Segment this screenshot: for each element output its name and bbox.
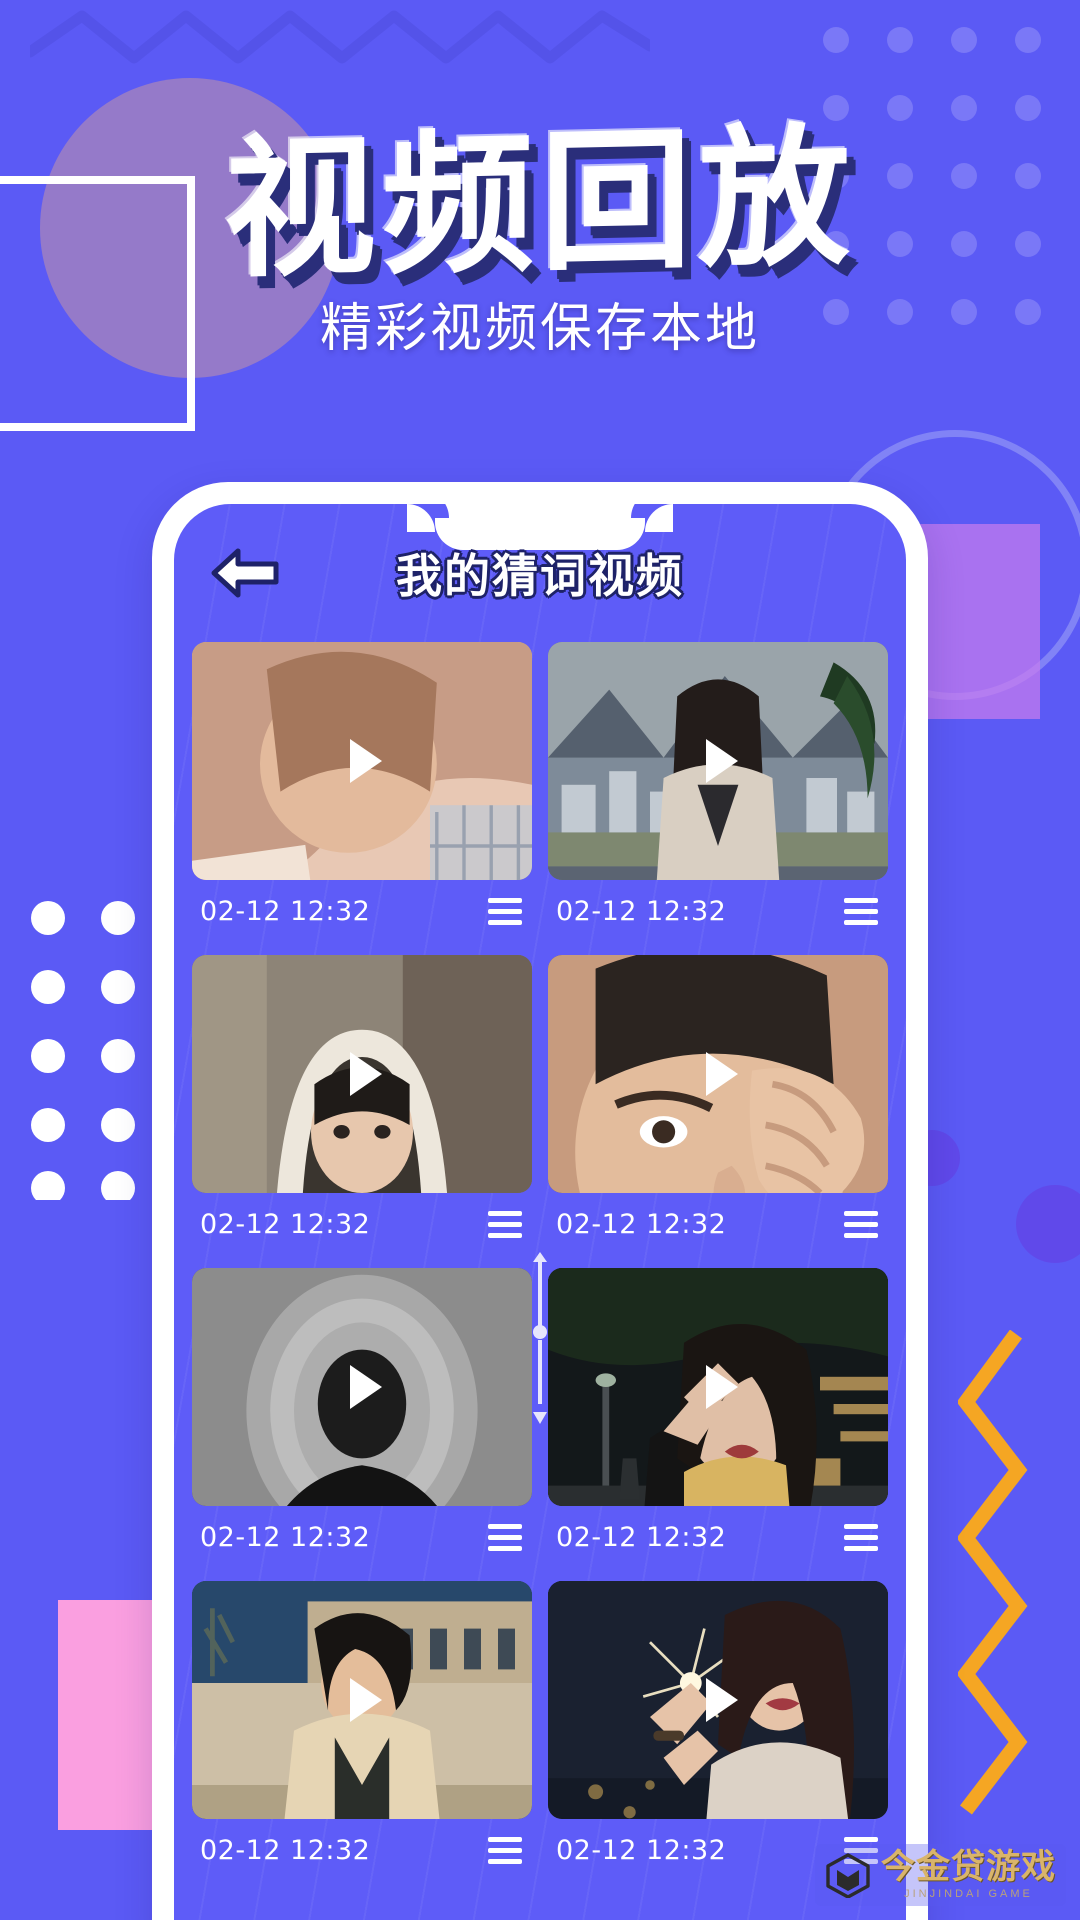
play-icon[interactable] — [330, 729, 394, 793]
hamburger-menu-icon[interactable] — [484, 1520, 526, 1555]
violet-dot-b-decoration — [1016, 1185, 1080, 1263]
hamburger-menu-icon[interactable] — [484, 1207, 526, 1242]
play-icon[interactable] — [686, 1042, 750, 1106]
video-card[interactable]: 02-12 12:32 — [548, 1268, 888, 1563]
phone-screen: 我的猜词视频 02-12 12:32 02-12 12:32 02-12 12:… — [174, 504, 906, 1920]
video-meta: 02-12 12:32 — [192, 1193, 532, 1250]
video-thumbnail[interactable] — [192, 642, 532, 880]
video-timestamp: 02-12 12:32 — [556, 1835, 727, 1866]
play-icon[interactable] — [330, 1355, 394, 1419]
top-zigzag-decoration — [30, 10, 650, 64]
hamburger-menu-icon[interactable] — [484, 1833, 526, 1868]
poster-root: 视频回放 精彩视频保存本地 我的猜词视频 02-12 12:32 02-12 1… — [0, 0, 1080, 1920]
app-bar-title: 我的猜词视频 — [396, 549, 684, 603]
video-timestamp: 02-12 12:32 — [556, 896, 727, 927]
poster-headline: 视频回放 — [224, 108, 856, 299]
play-icon[interactable] — [686, 729, 750, 793]
play-icon[interactable] — [330, 1668, 394, 1732]
watermark-subtitle: JINJINDAI GAME — [904, 1888, 1033, 1900]
cube-logo-icon — [826, 1853, 870, 1898]
video-card[interactable]: 02-12 12:32 — [192, 1581, 532, 1876]
hamburger-menu-icon[interactable] — [840, 1207, 882, 1242]
video-meta: 02-12 12:32 — [192, 880, 532, 937]
video-thumbnail[interactable] — [192, 1268, 532, 1506]
video-meta: 02-12 12:32 — [548, 1193, 888, 1250]
orange-zigzag-decoration — [958, 1330, 1028, 1815]
video-timestamp: 02-12 12:32 — [556, 1209, 727, 1240]
video-card[interactable]: 02-12 12:32 — [548, 642, 888, 937]
play-icon[interactable] — [330, 1042, 394, 1106]
video-timestamp: 02-12 12:32 — [200, 1522, 371, 1553]
play-icon[interactable] — [686, 1668, 750, 1732]
video-meta: 02-12 12:32 — [192, 1506, 532, 1563]
video-card[interactable]: 02-12 12:32 — [192, 1268, 532, 1563]
watermark: 今金贷游戏 JINJINDAI GAME — [815, 1844, 1066, 1906]
hamburger-menu-icon[interactable] — [840, 894, 882, 929]
video-card[interactable]: 02-12 12:32 — [548, 955, 888, 1250]
arrow-left-icon — [211, 548, 279, 598]
watermark-title: 今金贷游戏 — [881, 1847, 1056, 1887]
video-meta: 02-12 12:32 — [548, 880, 888, 937]
play-icon[interactable] — [686, 1355, 750, 1419]
poster-headline-wrap: 视频回放 — [0, 108, 1080, 298]
video-timestamp: 02-12 12:32 — [200, 1835, 371, 1866]
hamburger-menu-icon[interactable] — [484, 894, 526, 929]
phone-mockup: 我的猜词视频 02-12 12:32 02-12 12:32 02-12 12:… — [152, 482, 928, 1920]
video-thumbnail[interactable] — [548, 1268, 888, 1506]
video-timestamp: 02-12 12:32 — [200, 1209, 371, 1240]
video-thumbnail[interactable] — [548, 642, 888, 880]
app-bar: 我的猜词视频 — [174, 504, 906, 642]
scrollbar-thumb[interactable] — [532, 1252, 548, 1424]
video-thumbnail[interactable] — [192, 1581, 532, 1819]
video-card[interactable]: 02-12 12:32 — [192, 642, 532, 937]
dot-grid-left-decoration — [31, 901, 135, 1200]
video-timestamp: 02-12 12:32 — [556, 1522, 727, 1553]
video-card[interactable]: 02-12 12:32 — [192, 955, 532, 1250]
hamburger-menu-icon[interactable] — [840, 1520, 882, 1555]
video-thumbnail[interactable] — [548, 955, 888, 1193]
video-meta: 02-12 12:32 — [548, 1506, 888, 1563]
back-button[interactable] — [208, 543, 282, 603]
poster-subheadline: 精彩视频保存本地 — [319, 299, 760, 359]
video-card[interactable]: 02-12 12:32 — [548, 1581, 888, 1876]
video-timestamp: 02-12 12:32 — [200, 896, 371, 927]
video-meta: 02-12 12:32 — [192, 1819, 532, 1876]
video-thumbnail[interactable] — [548, 1581, 888, 1819]
video-thumbnail[interactable] — [192, 955, 532, 1193]
